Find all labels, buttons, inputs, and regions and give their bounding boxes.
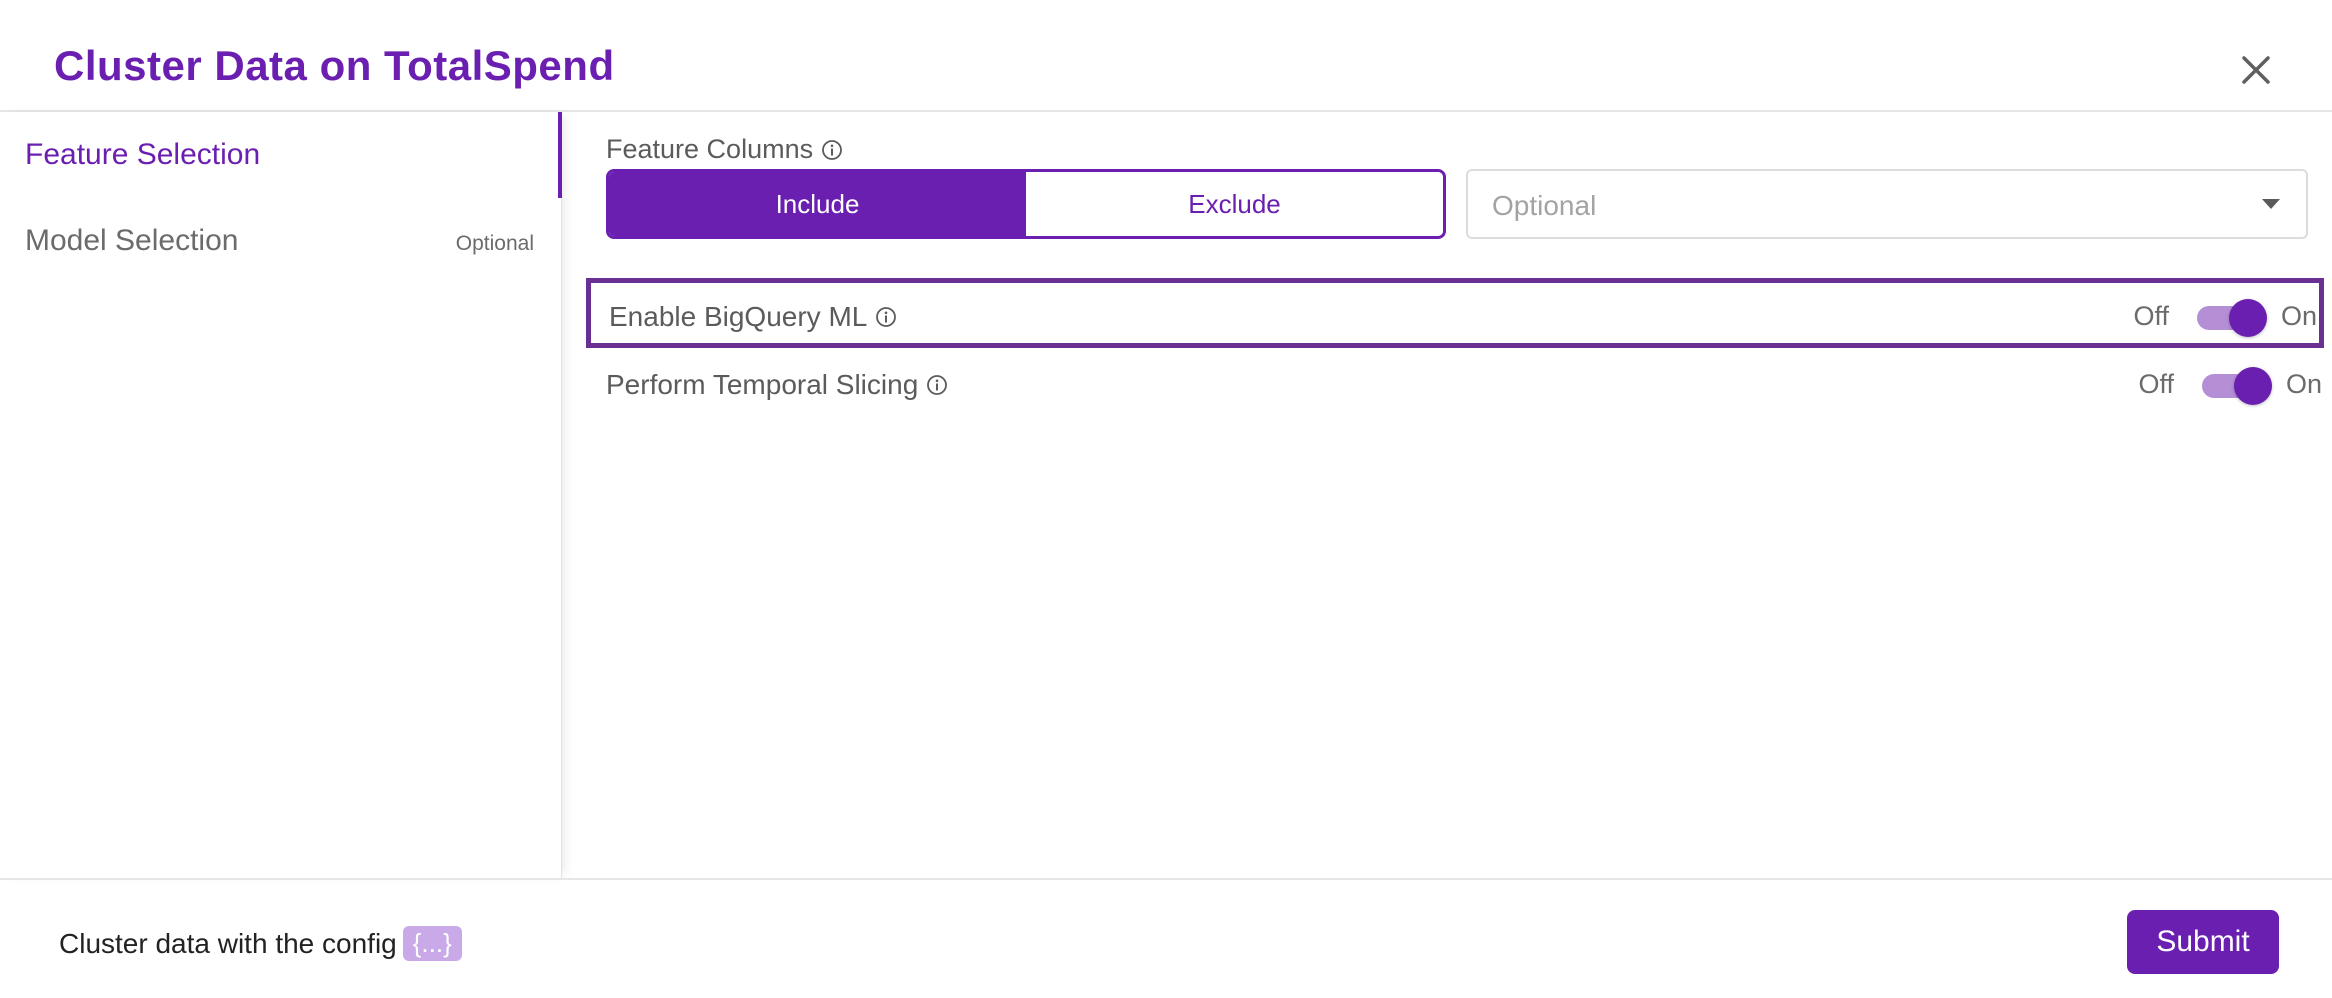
switch-knob [2234,367,2272,405]
config-chip[interactable]: {...} [402,926,462,961]
dialog-title: Cluster Data on TotalSpend [54,42,615,89]
on-label: On [2285,369,2322,399]
footer-summary-text: Cluster data with the config [59,927,397,959]
exclude-button[interactable]: Exclude [1026,172,1443,236]
include-exclude-toggle: Include Exclude [606,169,1446,239]
switch-knob [2229,299,2267,337]
info-icon[interactable] [875,306,897,328]
optional-tag: Optional [455,232,534,255]
main-content: Feature Columns Include Exclude Optional… [562,112,2332,878]
perform-temporal-slicing-switch[interactable] [2198,367,2274,405]
sidebar-item-label: Model Selection [25,224,239,257]
close-button[interactable] [2236,50,2276,90]
sidebar-item-feature-selection[interactable]: Feature Selection [0,112,562,198]
dialog-header: Cluster Data on TotalSpend [0,0,2332,112]
enable-bigquery-ml-label: Enable BigQuery ML [609,301,897,333]
toggle-label-text: Enable BigQuery ML [609,301,868,332]
on-label: On [2280,301,2317,331]
off-label: Off [2138,369,2174,399]
feature-columns-label: Feature Columns [606,134,843,165]
enable-bigquery-ml-row: Enable BigQuery ML Off On [586,278,2324,348]
perform-temporal-slicing-label: Perform Temporal Slicing [606,369,948,401]
sidebar-item-label: Feature Selection [25,138,261,171]
footer-summary: Cluster data with the config {...} [59,926,462,961]
chevron-down-icon [2262,199,2280,209]
off-label: Off [2133,301,2169,331]
dialog-footer: Cluster data with the config {...} Submi… [0,878,2332,998]
info-icon[interactable] [821,139,843,161]
enable-bigquery-ml-switch[interactable] [2193,299,2269,337]
include-button[interactable]: Include [609,172,1026,236]
perform-temporal-slicing-row: Perform Temporal Slicing Off On [586,351,2324,421]
select-placeholder: Optional [1492,190,1597,221]
submit-button[interactable]: Submit [2127,910,2279,974]
cluster-data-dialog: Cluster Data on TotalSpend Feature Selec… [0,0,2332,998]
sidebar: Feature Selection Model Selection Option… [0,112,562,878]
sidebar-item-model-selection[interactable]: Model Selection Optional [0,198,562,284]
feature-columns-label-text: Feature Columns [606,134,814,164]
feature-columns-select[interactable]: Optional [1466,169,2308,239]
toggle-label-text: Perform Temporal Slicing [606,369,919,400]
info-icon[interactable] [926,374,948,396]
close-icon [2242,56,2270,84]
